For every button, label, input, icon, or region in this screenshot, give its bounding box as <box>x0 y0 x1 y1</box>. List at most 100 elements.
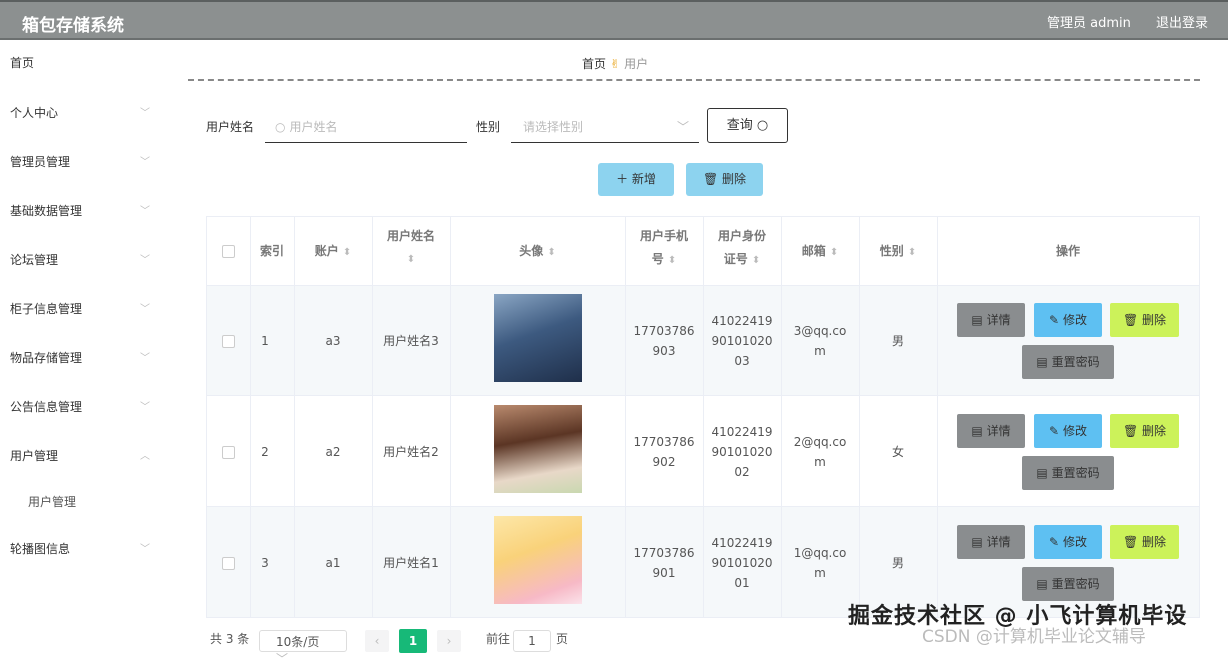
idcard-part: 41022419 <box>711 425 773 439</box>
edit-button[interactable]: ✎ 修改 <box>1034 414 1102 448</box>
document-icon: ▤ <box>971 313 983 327</box>
gender-select[interactable]: 请选择性别 ﹀ <box>511 110 699 143</box>
detail-button[interactable]: ▤ 详情 <box>957 303 1025 337</box>
next-page-button[interactable]: › <box>437 630 461 652</box>
trash-icon: 🗑 <box>1122 535 1139 549</box>
add-button[interactable]: ＋ 新增 <box>598 163 674 196</box>
chevron-up-icon: ︿ <box>140 451 150 462</box>
goto-label: 前往 <box>486 632 511 646</box>
gender-label: 性别 <box>476 120 501 134</box>
sort-icon: ⬍ <box>342 247 352 258</box>
sidebar-item-cabinet[interactable]: 柜子信息管理 ﹀ <box>10 300 160 317</box>
delete-button[interactable]: 🗑 删除 <box>1110 525 1179 559</box>
search-icon: ○ <box>275 120 286 134</box>
logout-link[interactable]: 退出登录 <box>1156 12 1208 31</box>
cell-idcard: 41022419 90101020 02 <box>703 422 781 482</box>
sort-icon: ⬍ <box>406 254 416 265</box>
cell-email: 2@qq.co m <box>781 432 859 472</box>
sidebar-item-basic-data[interactable]: 基础数据管理 ﹀ <box>10 202 160 219</box>
email-part: m <box>814 566 826 580</box>
header-phone[interactable]: 用户手机号 ⬍ <box>625 225 703 272</box>
goto-page-input[interactable]: 1 <box>513 630 551 652</box>
header-phone-label: 用户手机 <box>639 229 688 243</box>
breadcrumb: 首页 ✌ 用户 <box>582 55 648 72</box>
sidebar-item-forum[interactable]: 论坛管理 ﹀ <box>10 251 160 268</box>
prev-page-button[interactable]: ‹ <box>365 630 389 652</box>
breadcrumb-home[interactable]: 首页 <box>582 57 606 71</box>
header-name[interactable]: 用户姓名 ⬍ <box>372 225 450 271</box>
header-email-label: 邮箱 <box>801 244 826 258</box>
delete-button[interactable]: 🗑 删除 <box>1110 303 1179 337</box>
sidebar-item-users[interactable]: 用户管理 ︿ <box>10 447 160 464</box>
phone-part: 17703786 <box>633 435 695 449</box>
sort-icon: ⬍ <box>547 247 556 258</box>
divider <box>188 79 1200 81</box>
header-account[interactable]: 账户 ⬍ <box>294 240 372 264</box>
edit-label: 修改 <box>1062 535 1087 549</box>
cell-index: 3 <box>261 556 269 570</box>
detail-button[interactable]: ▤ 详情 <box>957 414 1025 448</box>
detail-button[interactable]: ▤ 详情 <box>957 525 1025 559</box>
header-avatar[interactable]: 头像 ⬍ <box>450 240 625 264</box>
detail-label: 详情 <box>986 535 1011 549</box>
edit-button[interactable]: ✎ 修改 <box>1034 303 1102 337</box>
chevron-down-icon: ﹀ <box>140 255 150 266</box>
reset-password-button[interactable]: ▤ 重置密码 <box>1022 345 1114 379</box>
chevron-right-icon: › <box>446 634 452 648</box>
header-idcard[interactable]: 用户身份 证号 ⬍ <box>703 225 781 272</box>
chevron-down-icon: ﹀ <box>276 652 289 666</box>
breadcrumb-current: 用户 <box>624 57 649 71</box>
page-size-select[interactable]: 10条/页 ﹀ <box>259 630 347 666</box>
cell-name: 用户姓名3 <box>383 334 439 348</box>
sidebar-item-label: 物品存储管理 <box>10 351 83 365</box>
header-index: 索引 <box>259 244 284 258</box>
gender-placeholder: 请选择性别 <box>523 120 584 134</box>
reset-password-button[interactable]: ▤ 重置密码 <box>1022 567 1114 601</box>
chevron-down-icon: ﹀ <box>676 120 689 134</box>
sidebar-subitem-users[interactable]: 用户管理 <box>28 493 76 510</box>
sidebar-item-label: 用户管理 <box>10 449 59 463</box>
watermark-csdn: CSDN @计算机毕业论文辅导 <box>922 627 1146 647</box>
sidebar-item-label: 轮播图信息 <box>10 542 71 556</box>
reset-password-button[interactable]: ▤ 重置密码 <box>1022 456 1114 490</box>
cell-email: 1@qq.co m <box>781 543 859 583</box>
avatar-image <box>494 294 582 382</box>
header-gender[interactable]: 性别 ⬍ <box>859 240 937 264</box>
header-email[interactable]: 邮箱 ⬍ <box>781 240 859 264</box>
query-button[interactable]: 查询 ○ <box>707 108 788 143</box>
sidebar-item-home[interactable]: 首页 <box>10 54 160 71</box>
trash-icon: 🗑 <box>1122 313 1139 327</box>
sidebar-item-notice[interactable]: 公告信息管理 ﹀ <box>10 398 160 415</box>
edit-button[interactable]: ✎ 修改 <box>1034 525 1102 559</box>
page-number-current[interactable]: 1 <box>399 629 427 653</box>
app-title: 箱包存储系统 <box>22 16 124 36</box>
document-icon: ▤ <box>1036 355 1048 369</box>
top-bar: 箱包存储系统 管理员 admin 退出登录 <box>0 0 1228 40</box>
chevron-down-icon: ﹀ <box>140 157 150 168</box>
sidebar-item-admins[interactable]: 管理员管理 ﹀ <box>10 153 160 170</box>
username-label: 用户姓名 <box>206 120 255 134</box>
avatar-image <box>494 405 582 493</box>
plus-icon: ＋ <box>616 172 629 186</box>
document-icon: ▤ <box>1036 577 1048 591</box>
sidebar-item-personal[interactable]: 个人中心 ﹀ <box>10 104 160 121</box>
row-checkbox[interactable] <box>222 557 235 570</box>
email-part: m <box>814 455 826 469</box>
select-all-checkbox[interactable] <box>222 245 235 258</box>
bulk-delete-button[interactable]: 🗑 删除 <box>686 163 763 196</box>
username-search-input[interactable]: ○ 用户姓名 <box>265 110 467 143</box>
row-checkbox[interactable] <box>222 335 235 348</box>
idcard-part: 41022419 <box>711 536 773 550</box>
cell-phone: 17703786 901 <box>625 543 703 583</box>
delete-label: 删除 <box>722 172 747 186</box>
phone-part: 903 <box>652 344 676 358</box>
add-label: 新增 <box>631 172 656 186</box>
pencil-icon: ✎ <box>1049 424 1060 438</box>
sidebar-item-storage[interactable]: 物品存储管理 ﹀ <box>10 349 160 366</box>
sidebar-item-carousel[interactable]: 轮播图信息 ﹀ <box>10 540 160 557</box>
edit-label: 修改 <box>1062 424 1087 438</box>
delete-button[interactable]: 🗑 删除 <box>1110 414 1179 448</box>
cell-name: 用户姓名1 <box>383 556 439 570</box>
detail-label: 详情 <box>986 424 1011 438</box>
row-checkbox[interactable] <box>222 446 235 459</box>
